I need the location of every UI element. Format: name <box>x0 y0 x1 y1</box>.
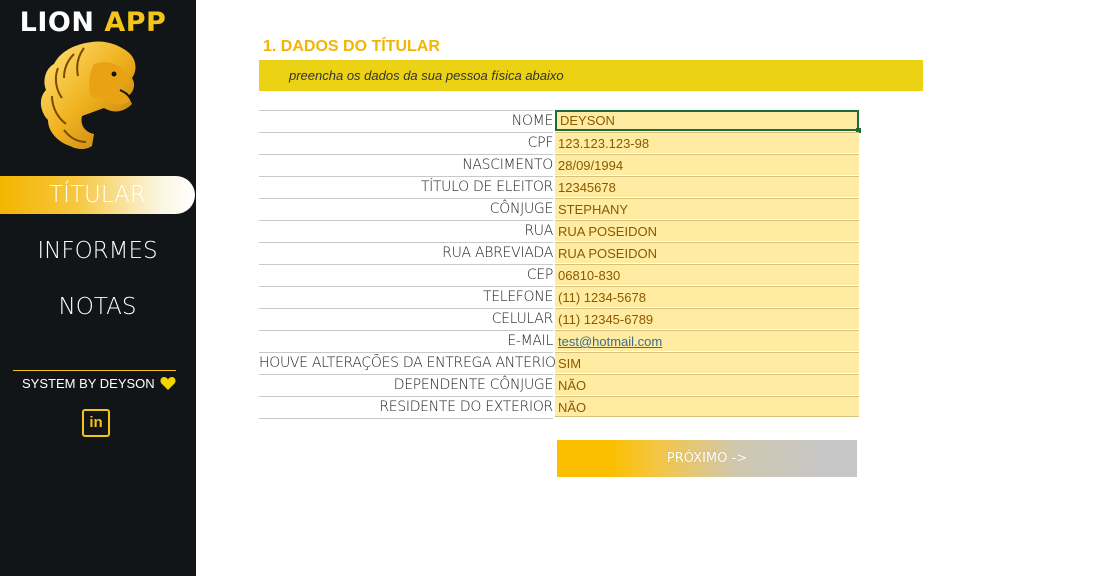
field-label: CEP <box>259 264 553 286</box>
heart-icon <box>160 377 176 390</box>
nav-item-informes[interactable]: INFORMES <box>0 232 195 270</box>
dependente-conjuge-field[interactable]: NÃO <box>555 374 859 395</box>
subtitle-text: preencha os dados da sua pessoa física a… <box>289 68 564 83</box>
nav-item-label: TÍTULAR <box>49 182 146 208</box>
nav-item-label: INFORMES <box>37 238 158 264</box>
sidebar-divider <box>13 370 176 371</box>
field-label: RESIDENTE DO EXTERIOR <box>259 396 553 419</box>
field-label: CELULAR <box>259 308 553 330</box>
nome-field[interactable]: DEYSON <box>555 110 861 133</box>
field-label: RUA <box>259 220 553 242</box>
linkedin-icon[interactable]: in <box>82 409 110 437</box>
section-title: 1. DADOS DO TÍTULAR <box>263 38 440 55</box>
cep-field[interactable]: 06810-830 <box>555 264 859 285</box>
nav-item-notas[interactable]: NOTAS <box>0 288 195 326</box>
conjuge-field[interactable]: STEPHANY <box>555 198 859 219</box>
sidebar: LION APP TÍTULAR INFORMES NOTAS SYSTEM B… <box>0 0 196 576</box>
field-label: TÍTULO DE ELEITOR <box>259 176 553 198</box>
app-title: LION APP <box>0 7 186 38</box>
field-label: TELEFONE <box>259 286 553 308</box>
nascimento-field[interactable]: 28/09/1994 <box>555 154 859 175</box>
next-button[interactable]: PRÓXIMO -> <box>557 440 857 477</box>
telefone-field[interactable]: (11) 1234-5678 <box>555 286 859 307</box>
email-field[interactable]: test@hotmail.com <box>555 330 859 351</box>
field-label: HOUVE ALTERAÇÕES DA ENTREGA ANTERIOR <box>259 352 565 374</box>
alteracoes-field[interactable]: SIM <box>555 352 859 373</box>
field-label: CPF <box>259 132 553 154</box>
field-label: E-MAIL <box>259 330 553 352</box>
app-title-accent: APP <box>104 7 167 38</box>
lion-head-icon <box>40 41 136 149</box>
residente-exterior-field[interactable]: NÃO <box>555 396 859 417</box>
field-label: CÔNJUGE <box>259 198 553 220</box>
celular-field[interactable]: (11) 12345-6789 <box>555 308 859 329</box>
subtitle-bar: preencha os dados da sua pessoa física a… <box>259 60 923 91</box>
nav-item-label: NOTAS <box>58 294 137 320</box>
credit-text: SYSTEM BY DEYSON <box>22 376 155 391</box>
field-label: NASCIMENTO <box>259 154 553 176</box>
field-label: RUA ABREVIADA <box>259 242 553 264</box>
field-label: NOME <box>259 110 553 132</box>
nav-item-titular[interactable]: TÍTULAR <box>0 176 195 214</box>
field-value: DEYSON <box>560 113 615 128</box>
rua-abreviada-field[interactable]: RUA POSEIDON <box>555 242 859 263</box>
credit: SYSTEM BY DEYSON <box>22 376 176 391</box>
rua-field[interactable]: RUA POSEIDON <box>555 220 859 241</box>
cpf-field[interactable]: 123.123.123-98 <box>555 132 859 153</box>
titulo-eleitor-field[interactable]: 12345678 <box>555 176 859 197</box>
field-label: DEPENDENTE CÔNJUGE <box>259 374 553 396</box>
app-title-text: LION <box>19 7 105 38</box>
